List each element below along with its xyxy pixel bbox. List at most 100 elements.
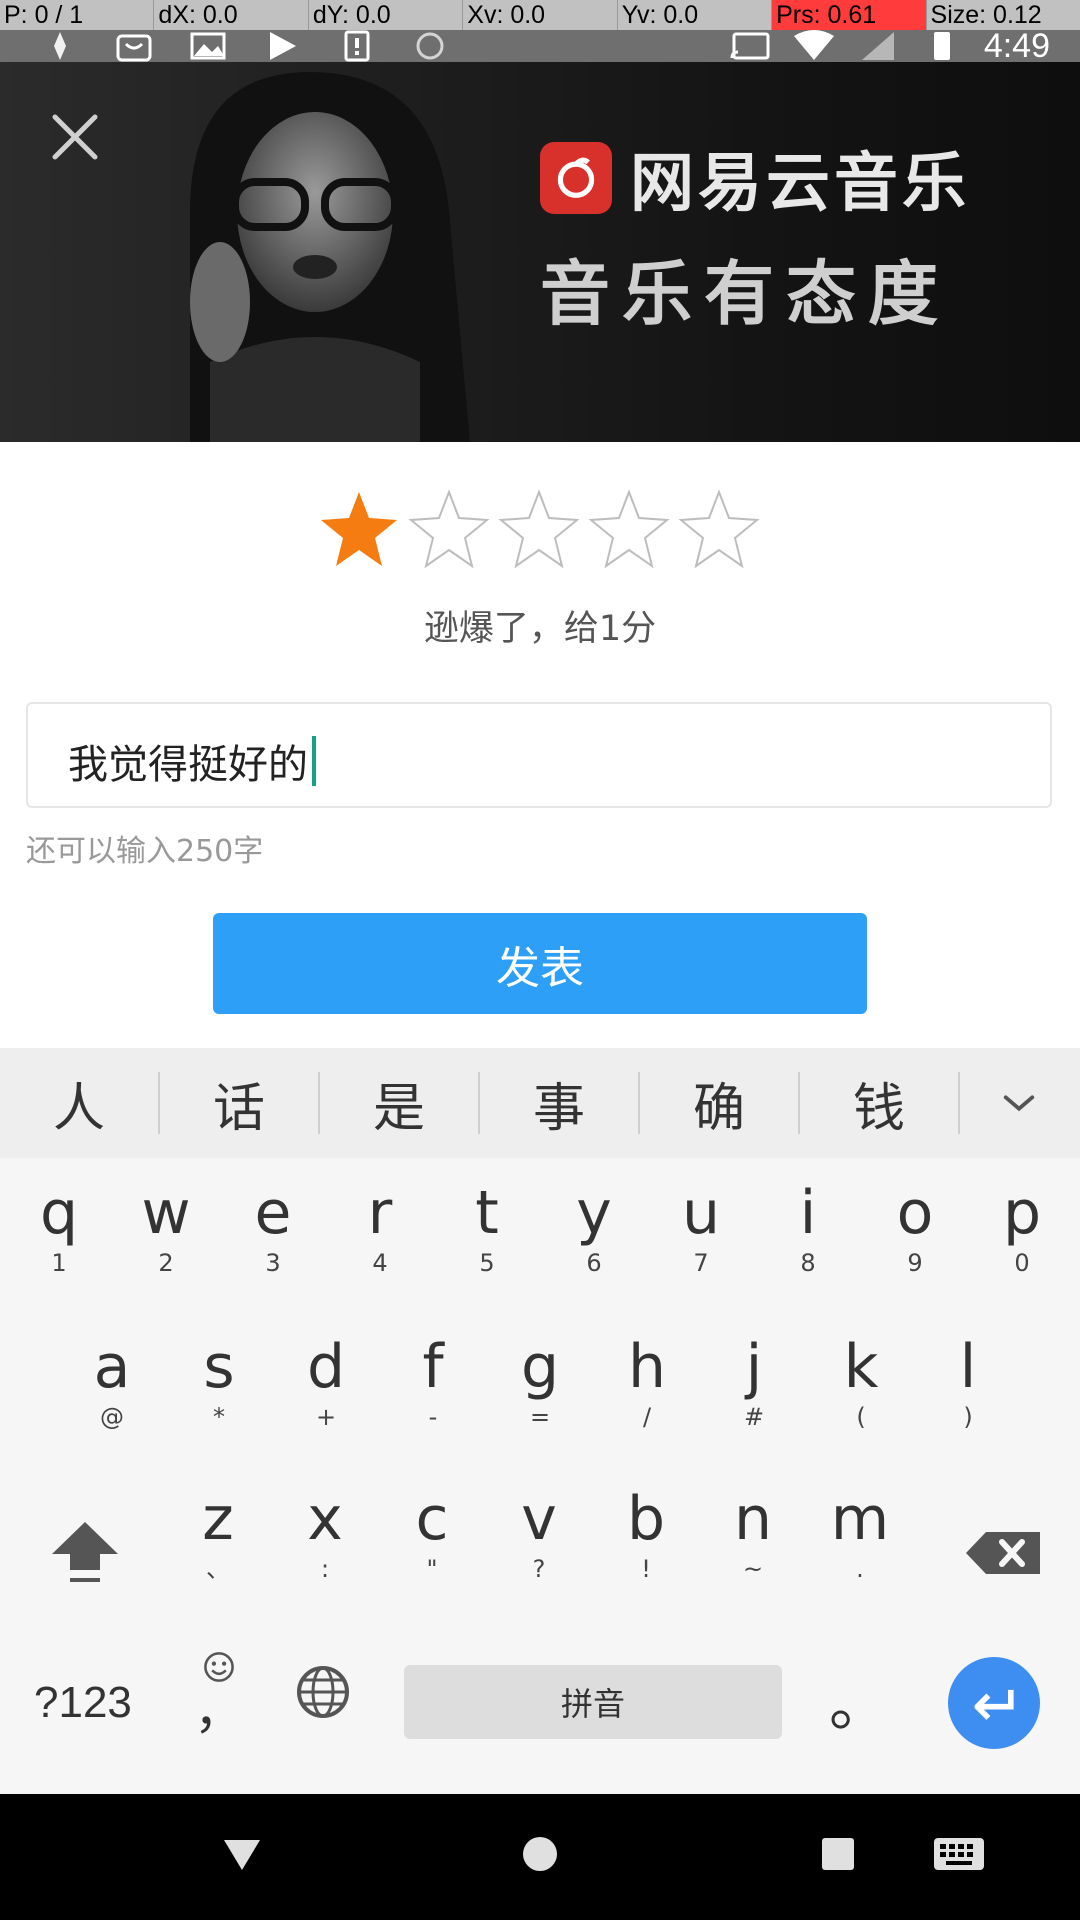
star-5-icon[interactable] xyxy=(678,488,760,570)
comma-emoji-key[interactable]: ， xyxy=(174,1650,264,1740)
key-l[interactable]: l) xyxy=(923,1332,1013,1432)
star-1-icon[interactable] xyxy=(318,488,400,570)
sync-icon xyxy=(416,32,444,60)
candidate-word[interactable]: 话 xyxy=(160,1066,318,1141)
key-v[interactable]: v? xyxy=(494,1484,584,1584)
enter-key[interactable] xyxy=(948,1657,1040,1749)
language-key[interactable] xyxy=(278,1662,368,1726)
key-label: t xyxy=(475,1178,499,1248)
key-secondary-label: ~ xyxy=(742,1555,764,1583)
key-y[interactable]: y6 xyxy=(549,1178,639,1278)
key-k[interactable]: k( xyxy=(816,1332,906,1432)
system-status-icons: 4:49 xyxy=(728,27,1050,65)
expand-candidates-button[interactable] xyxy=(960,1091,1078,1115)
home-icon[interactable] xyxy=(520,1834,560,1874)
debug-yv: Yv: 0.0 xyxy=(616,0,771,30)
candidate-word[interactable]: 事 xyxy=(480,1066,638,1141)
key-e[interactable]: e3 xyxy=(228,1178,318,1278)
key-r[interactable]: r4 xyxy=(335,1178,425,1278)
text-cursor xyxy=(312,736,316,786)
key-g[interactable]: g = xyxy=(495,1332,585,1432)
key-q[interactable]: q1 xyxy=(14,1178,104,1278)
key-label: k xyxy=(843,1332,879,1402)
banner-brand: 网易云音乐 音乐有态度 xyxy=(540,132,970,339)
signal-icon xyxy=(861,32,894,60)
star-4-icon[interactable] xyxy=(588,488,670,570)
key-secondary-label: 1 xyxy=(51,1249,67,1277)
key-s[interactable]: s * xyxy=(174,1332,264,1432)
key-secondary-label: / xyxy=(642,1403,652,1431)
candidate-word[interactable]: 确 xyxy=(640,1066,798,1141)
keyboard-switch-icon[interactable] xyxy=(932,1834,986,1874)
shift-key[interactable] xyxy=(40,1504,130,1598)
key-label: q xyxy=(39,1178,79,1248)
key-label: d xyxy=(306,1332,346,1402)
key-m[interactable]: m. xyxy=(815,1484,905,1584)
key-label: h xyxy=(627,1332,667,1402)
debug-size: Size: 0.12 xyxy=(925,0,1080,30)
key-j[interactable]: j # xyxy=(709,1332,799,1432)
shift-icon xyxy=(52,1522,118,1582)
back-icon[interactable] xyxy=(222,1834,262,1874)
symbols-key[interactable]: ?123 xyxy=(34,1678,132,1728)
comma-key-label: ， xyxy=(194,1682,244,1740)
key-label: b xyxy=(626,1484,666,1554)
key-d[interactable]: d + xyxy=(281,1332,371,1432)
key-label: i xyxy=(799,1178,817,1248)
key-label: f xyxy=(422,1332,444,1402)
backspace-key[interactable] xyxy=(950,1504,1050,1598)
key-b[interactable]: b! xyxy=(601,1484,691,1584)
candidate-word[interactable]: 是 xyxy=(320,1066,478,1141)
star-rating[interactable] xyxy=(318,488,760,570)
key-a[interactable]: a @ xyxy=(67,1332,157,1432)
star-2-icon[interactable] xyxy=(408,488,490,570)
key-label: a xyxy=(93,1332,131,1402)
key-w[interactable]: w2 xyxy=(121,1178,211,1278)
publish-button[interactable]: 发表 xyxy=(213,913,867,1014)
period-key[interactable]: 。 xyxy=(814,1670,904,1740)
clock: 4:49 xyxy=(983,27,1050,65)
promo-banner: 网易云音乐 音乐有态度 xyxy=(0,62,1080,442)
key-secondary-label: 4 xyxy=(372,1249,388,1277)
recents-icon[interactable] xyxy=(820,1836,856,1872)
key-p[interactable]: p0 xyxy=(977,1178,1067,1278)
key-x[interactable]: x: xyxy=(280,1484,370,1584)
char-counter: 还可以输入250字 xyxy=(26,834,264,869)
key-row-2: a @ s * d + f - g = h / j # k(l) xyxy=(0,1332,1080,1482)
cast-icon xyxy=(730,32,770,60)
wifi-icon xyxy=(793,30,834,60)
chevron-down-icon xyxy=(1003,1095,1035,1112)
key-t[interactable]: t5 xyxy=(442,1178,532,1278)
backspace-icon xyxy=(966,1532,1040,1574)
key-u[interactable]: u7 xyxy=(656,1178,746,1278)
key-n[interactable]: n ~ xyxy=(708,1484,798,1584)
key-label: p xyxy=(1002,1178,1042,1248)
key-secondary-label: 3 xyxy=(265,1249,281,1277)
period-key-label: 。 xyxy=(829,1670,889,1740)
close-icon[interactable] xyxy=(40,102,110,172)
key-c[interactable]: c " xyxy=(387,1484,477,1584)
key-f[interactable]: f- xyxy=(388,1332,478,1432)
key-label: x xyxy=(307,1484,343,1554)
comment-input[interactable]: 我觉得挺好的 xyxy=(26,702,1052,808)
key-secondary-label: ( xyxy=(856,1403,866,1431)
key-label: m xyxy=(830,1484,890,1554)
candidate-word[interactable]: 钱 xyxy=(800,1066,958,1141)
sim-alert-icon xyxy=(344,30,370,62)
brand-name: 网易云音乐 xyxy=(630,147,970,221)
key-h[interactable]: h / xyxy=(602,1332,692,1432)
candidate-bar: 人 话 是 事 确 钱 xyxy=(0,1048,1080,1158)
space-key[interactable]: 拼音 xyxy=(404,1665,782,1739)
key-z[interactable]: z、 xyxy=(173,1484,263,1584)
star-3-icon[interactable] xyxy=(498,488,580,570)
netease-music-logo-icon xyxy=(540,142,612,214)
key-label: g xyxy=(520,1332,560,1402)
debug-pressure: Prs: 0.61 xyxy=(771,0,926,30)
key-row-3: z、 x: c " v? b! n ~ m. xyxy=(0,1484,1080,1634)
key-secondary-label: # xyxy=(743,1403,765,1431)
key-i[interactable]: i8 xyxy=(763,1178,853,1278)
key-label: n xyxy=(733,1484,773,1554)
candidate-word[interactable]: 人 xyxy=(0,1066,158,1141)
key-secondary-label: + xyxy=(315,1403,337,1431)
key-o[interactable]: o9 xyxy=(870,1178,960,1278)
